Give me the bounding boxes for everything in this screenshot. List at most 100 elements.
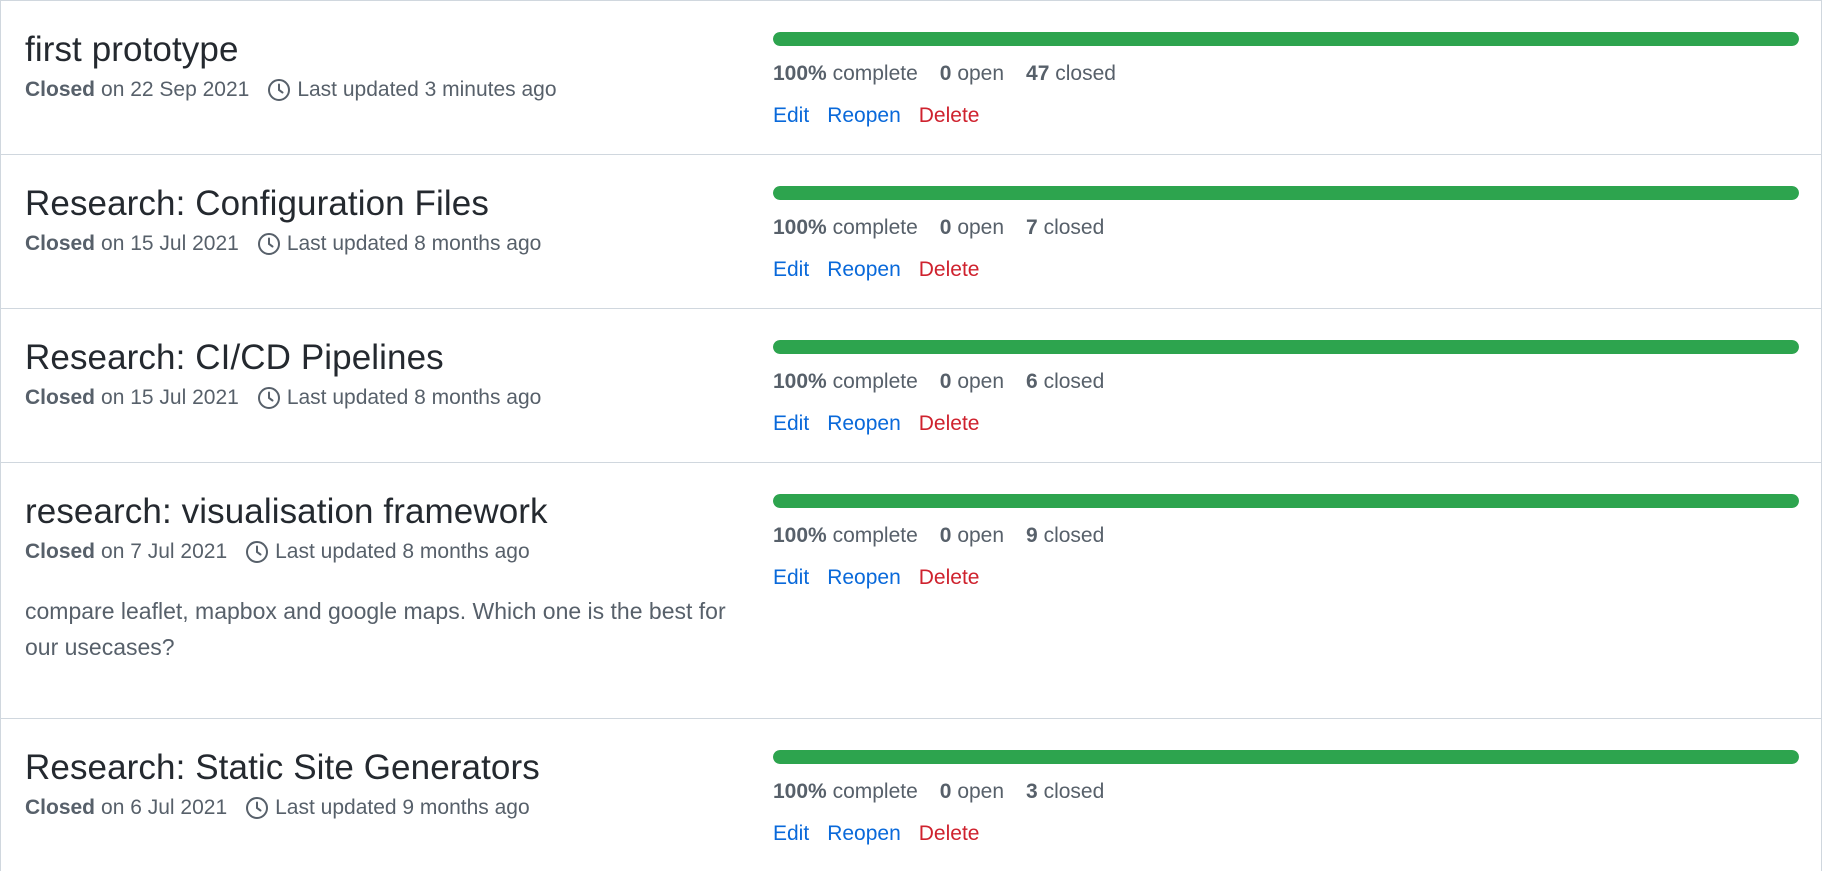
last-updated-prefix: Last updated: [286, 386, 409, 409]
progress-bar: [773, 340, 1799, 354]
reopen-link[interactable]: Reopen: [827, 256, 901, 284]
milestone-actions: Edit Reopen Delete: [773, 256, 1799, 284]
clock-icon: [245, 796, 269, 820]
progress-bar: [773, 494, 1799, 508]
milestone-item: first prototype Closed on 22 Sep 2021 La…: [1, 1, 1821, 155]
progress-bar-fill: [773, 340, 1799, 354]
milestone-progress-panel: 100% complete 0 open 47 closed Edit Reop…: [773, 32, 1799, 130]
stat-open: 0 open: [939, 62, 1005, 85]
last-updated-value: 8 months ago: [402, 540, 530, 563]
progress-bar-fill: [773, 186, 1799, 200]
milestone-info: Research: CI/CD Pipelines Closed on 15 J…: [25, 337, 725, 413]
delete-link[interactable]: Delete: [919, 256, 980, 284]
last-updated-value: 8 months ago: [414, 232, 542, 255]
milestone-title[interactable]: Research: Configuration Files: [25, 183, 725, 225]
stat-open: 0 open: [939, 780, 1005, 803]
milestone-progress-panel: 100% complete 0 open 6 closed Edit Reope…: [773, 340, 1799, 438]
clock-icon: [257, 232, 281, 256]
milestone-title[interactable]: Research: CI/CD Pipelines: [25, 337, 725, 379]
milestone-title[interactable]: first prototype: [25, 29, 725, 71]
progress-bar: [773, 186, 1799, 200]
stat-open: 0 open: [939, 216, 1005, 239]
milestone-meta: Closed on 15 Jul 2021 Last updated 8 mon…: [25, 383, 725, 413]
progress-bar: [773, 32, 1799, 46]
milestone-item: Research: Configuration Files Closed on …: [1, 155, 1821, 309]
stat-open: 0 open: [939, 370, 1005, 393]
closed-date: on 15 Jul 2021: [101, 386, 239, 409]
milestone-meta: Closed on 7 Jul 2021 Last updated 8 mont…: [25, 537, 725, 567]
closed-label: Closed: [25, 232, 96, 255]
milestone-item: research: visualisation framework Closed…: [1, 463, 1821, 719]
delete-link[interactable]: Delete: [919, 410, 980, 438]
progress-bar-fill: [773, 750, 1799, 764]
closed-date: on 22 Sep 2021: [101, 78, 250, 101]
stat-complete: 100% complete: [773, 370, 918, 393]
milestone-title[interactable]: Research: Static Site Generators: [25, 747, 725, 789]
milestone-item: Research: CI/CD Pipelines Closed on 15 J…: [1, 309, 1821, 463]
milestone-stats: 100% complete 0 open 47 closed: [773, 60, 1799, 88]
milestone-title[interactable]: research: visualisation framework: [25, 491, 725, 533]
stat-closed: 7 closed: [1026, 216, 1105, 239]
last-updated-value: 9 months ago: [402, 796, 530, 819]
last-updated-prefix: Last updated: [286, 232, 409, 255]
stat-open: 0 open: [939, 524, 1005, 547]
stat-closed: 3 closed: [1026, 780, 1105, 803]
progress-bar: [773, 750, 1799, 764]
reopen-link[interactable]: Reopen: [827, 564, 901, 592]
reopen-link[interactable]: Reopen: [827, 410, 901, 438]
closed-date: on 6 Jul 2021: [101, 796, 228, 819]
delete-link[interactable]: Delete: [919, 564, 980, 592]
edit-link[interactable]: Edit: [773, 410, 809, 438]
last-updated-value: 3 minutes ago: [424, 78, 557, 101]
edit-link[interactable]: Edit: [773, 102, 809, 130]
stat-complete: 100% complete: [773, 780, 918, 803]
delete-link[interactable]: Delete: [919, 820, 980, 848]
clock-icon: [267, 78, 291, 102]
stat-closed: 9 closed: [1026, 524, 1105, 547]
closed-date: on 15 Jul 2021: [101, 232, 239, 255]
stat-complete: 100% complete: [773, 62, 918, 85]
milestone-list: first prototype Closed on 22 Sep 2021 La…: [0, 0, 1822, 871]
clock-icon: [257, 386, 281, 410]
reopen-link[interactable]: Reopen: [827, 102, 901, 130]
stat-complete: 100% complete: [773, 524, 918, 547]
milestone-actions: Edit Reopen Delete: [773, 564, 1799, 592]
milestone-meta: Closed on 6 Jul 2021 Last updated 9 mont…: [25, 793, 725, 823]
milestone-info: Research: Configuration Files Closed on …: [25, 183, 725, 259]
delete-link[interactable]: Delete: [919, 102, 980, 130]
reopen-link[interactable]: Reopen: [827, 820, 901, 848]
milestone-meta: Closed on 22 Sep 2021 Last updated 3 min…: [25, 75, 725, 105]
milestone-stats: 100% complete 0 open 6 closed: [773, 368, 1799, 396]
milestone-meta: Closed on 15 Jul 2021 Last updated 8 mon…: [25, 229, 725, 259]
last-updated-prefix: Last updated: [275, 796, 397, 819]
milestone-stats: 100% complete 0 open 9 closed: [773, 522, 1799, 550]
milestone-progress-panel: 100% complete 0 open 7 closed Edit Reope…: [773, 186, 1799, 284]
last-updated-prefix: Last updated: [275, 540, 397, 563]
closed-label: Closed: [25, 78, 96, 101]
edit-link[interactable]: Edit: [773, 256, 809, 284]
edit-link[interactable]: Edit: [773, 820, 809, 848]
stat-closed: 6 closed: [1026, 370, 1105, 393]
progress-bar-fill: [773, 494, 1799, 508]
milestone-actions: Edit Reopen Delete: [773, 102, 1799, 130]
last-updated-value: 8 months ago: [414, 386, 542, 409]
milestone-actions: Edit Reopen Delete: [773, 820, 1799, 848]
progress-bar-fill: [773, 32, 1799, 46]
milestone-info: research: visualisation framework Closed…: [25, 491, 726, 665]
milestone-info: first prototype Closed on 22 Sep 2021 La…: [25, 29, 725, 105]
closed-label: Closed: [25, 540, 96, 563]
milestone-stats: 100% complete 0 open 7 closed: [773, 214, 1799, 242]
closed-label: Closed: [25, 796, 96, 819]
closed-label: Closed: [25, 386, 96, 409]
clock-icon: [245, 540, 269, 564]
milestone-description: compare leaflet, mapbox and google maps.…: [25, 598, 726, 660]
milestone-info: Research: Static Site Generators Closed …: [25, 747, 725, 823]
milestone-stats: 100% complete 0 open 3 closed: [773, 778, 1799, 806]
edit-link[interactable]: Edit: [773, 564, 809, 592]
closed-date: on 7 Jul 2021: [101, 540, 228, 563]
milestone-item: Research: Static Site Generators Closed …: [1, 719, 1821, 871]
milestone-actions: Edit Reopen Delete: [773, 410, 1799, 438]
last-updated-prefix: Last updated: [297, 78, 419, 101]
milestone-progress-panel: 100% complete 0 open 3 closed Edit Reope…: [773, 750, 1799, 848]
stat-closed: 47 closed: [1026, 62, 1116, 85]
